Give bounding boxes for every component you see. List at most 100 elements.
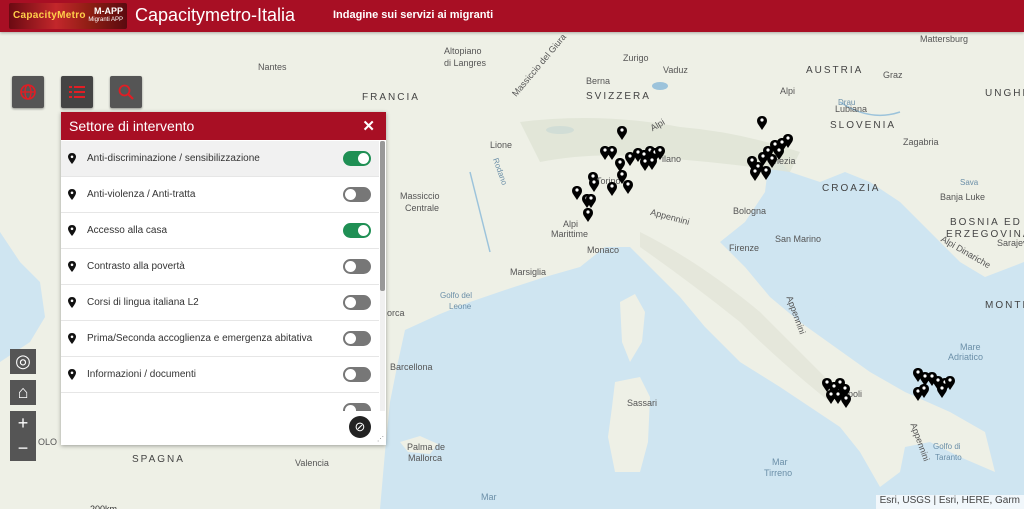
map-pin-icon xyxy=(68,369,76,380)
map-label: Marittime xyxy=(551,229,589,239)
filter-toggle[interactable] xyxy=(343,187,371,202)
minus-icon: − xyxy=(17,438,29,458)
map-label: Sassari xyxy=(627,398,658,408)
search-button[interactable] xyxy=(110,76,142,108)
map-pin-icon xyxy=(68,225,76,236)
map-label: MONTE xyxy=(985,300,1024,311)
map-label: Palma de xyxy=(407,442,446,452)
filter-toggle[interactable] xyxy=(343,367,371,382)
map-label: Vaduz xyxy=(663,65,688,75)
scale-label: 200km xyxy=(90,504,118,509)
logo-sub: Migranti APP xyxy=(88,17,123,23)
filter-toggle[interactable] xyxy=(343,403,371,411)
map-label: CROAZIA xyxy=(822,183,881,194)
map-label: Centrale xyxy=(405,203,440,213)
filter-item[interactable]: Accesso alla casa xyxy=(61,213,379,249)
layer-list-button[interactable] xyxy=(61,76,93,108)
map-label: orca xyxy=(387,308,405,318)
plus-icon: + xyxy=(17,413,29,433)
filter-toggle[interactable] xyxy=(343,151,371,166)
scroll-thumb[interactable] xyxy=(380,141,385,291)
app-title: Capacitymetro-Italia xyxy=(135,5,296,25)
map-label: Monaco xyxy=(587,245,620,255)
map-label: Marsiglia xyxy=(510,267,547,277)
filter-item[interactable]: Informazioni / documenti xyxy=(61,357,379,393)
map-label: Adriatico xyxy=(948,352,984,362)
filter-label: Informazioni / documenti xyxy=(87,369,196,380)
map-label: Mar xyxy=(481,492,497,502)
filter-item[interactable]: Anti-discriminazione / sensibilizzazione xyxy=(61,141,379,177)
list-icon xyxy=(69,86,85,98)
map-label: Sava xyxy=(960,178,979,187)
filter-item[interactable]: Prima/Seconda accoglienza e emergenza ab… xyxy=(61,321,379,357)
filter-item[interactable]: Corsi di lingua italiana L2 xyxy=(61,285,379,321)
resize-grip[interactable]: ⋰ xyxy=(377,435,384,443)
clear-filter-button[interactable]: ⊘ xyxy=(349,416,371,438)
map-label: Mar xyxy=(772,457,788,467)
close-icon[interactable]: ✕ xyxy=(362,117,375,135)
map-pin-icon xyxy=(68,261,76,272)
home-button[interactable]: ⌂ xyxy=(10,380,36,405)
map-label: BOSNIA ED xyxy=(950,217,1022,228)
map-label: Barcellona xyxy=(390,362,433,372)
search-icon xyxy=(118,84,134,100)
map-label: OLO xyxy=(38,437,58,447)
map-pin-icon xyxy=(68,153,76,164)
map-label: Sarajev xyxy=(997,238,1024,248)
filter-label: Accesso alla casa xyxy=(87,225,168,236)
map-label: Banja Luke xyxy=(940,192,986,202)
map-label: di Langres xyxy=(444,58,487,68)
basemap-button[interactable] xyxy=(12,76,44,108)
app-header: CapacityMetro M-APP Migranti APP Capacit… xyxy=(0,0,1024,32)
filter-toggle[interactable] xyxy=(343,259,371,274)
map-label: AUSTRIA xyxy=(806,65,864,76)
filter-list: Anti-discriminazione / sensibilizzazione… xyxy=(61,141,379,411)
zoom-in-button[interactable]: + xyxy=(10,411,36,436)
map-label: Firenze xyxy=(729,243,760,253)
filter-toggle[interactable] xyxy=(343,223,371,238)
filter-label: Contrasto alla povertà xyxy=(87,261,185,272)
map-label: FRANCIA xyxy=(362,92,420,103)
map-attribution: Esri, USGS | Esri, HERE, Garm xyxy=(875,495,1024,509)
panel-scrollbar[interactable] xyxy=(380,141,385,411)
app-subtitle: Indagine sui servizi ai migranti xyxy=(333,9,494,21)
map-label: SPAGNA xyxy=(132,454,185,465)
home-icon: ⌂ xyxy=(17,382,29,402)
map-label: Graz xyxy=(883,70,903,80)
map-label: Bologna xyxy=(733,206,767,216)
panel-header: Settore di intervento ✕ xyxy=(61,112,386,140)
locate-button[interactable]: ◎ xyxy=(10,349,36,374)
filter-label: Anti-violenza / Anti-tratta xyxy=(87,189,196,200)
map-label: Lione xyxy=(490,140,513,150)
map-label: SLOVENIA xyxy=(830,120,897,131)
map-label: Tirreno xyxy=(764,468,793,478)
filter-toggle[interactable] xyxy=(343,295,371,310)
map-label: Lubiana xyxy=(835,104,868,114)
map-label: Golfo di xyxy=(933,442,961,451)
map-pin-icon xyxy=(68,333,76,344)
map-label: San Marino xyxy=(775,234,822,244)
filter-toggle[interactable] xyxy=(343,331,371,346)
filter-panel: Settore di intervento ✕ Anti-discriminaz… xyxy=(61,112,386,445)
map-label: SVIZZERA xyxy=(586,91,651,102)
filter-label: Prima/Seconda accoglienza e emergenza ab… xyxy=(87,333,313,344)
map-pin-icon xyxy=(68,189,76,200)
zoom-out-button[interactable]: − xyxy=(10,436,36,461)
map-label: Massiccio xyxy=(400,191,440,201)
map-label: Torino xyxy=(596,176,621,186)
map-label: Leone xyxy=(449,302,472,311)
app-logo: CapacityMetro M-APP Migranti APP xyxy=(9,3,127,29)
map-label: Berna xyxy=(586,76,611,86)
map-label: Golfo del xyxy=(440,291,473,300)
map-label: poli xyxy=(848,389,863,399)
map-label: Alpi xyxy=(563,219,579,229)
filter-item[interactable] xyxy=(61,393,379,411)
map-label: Nantes xyxy=(258,62,287,72)
filter-item[interactable]: Anti-violenza / Anti-tratta xyxy=(61,177,379,213)
globe-icon xyxy=(20,84,36,100)
panel-title: Settore di intervento xyxy=(69,118,195,134)
filter-item[interactable]: Contrasto alla povertà xyxy=(61,249,379,285)
map-label: Valencia xyxy=(295,458,329,468)
map-label: enezia xyxy=(769,156,796,166)
map-label: ilano xyxy=(662,154,682,164)
